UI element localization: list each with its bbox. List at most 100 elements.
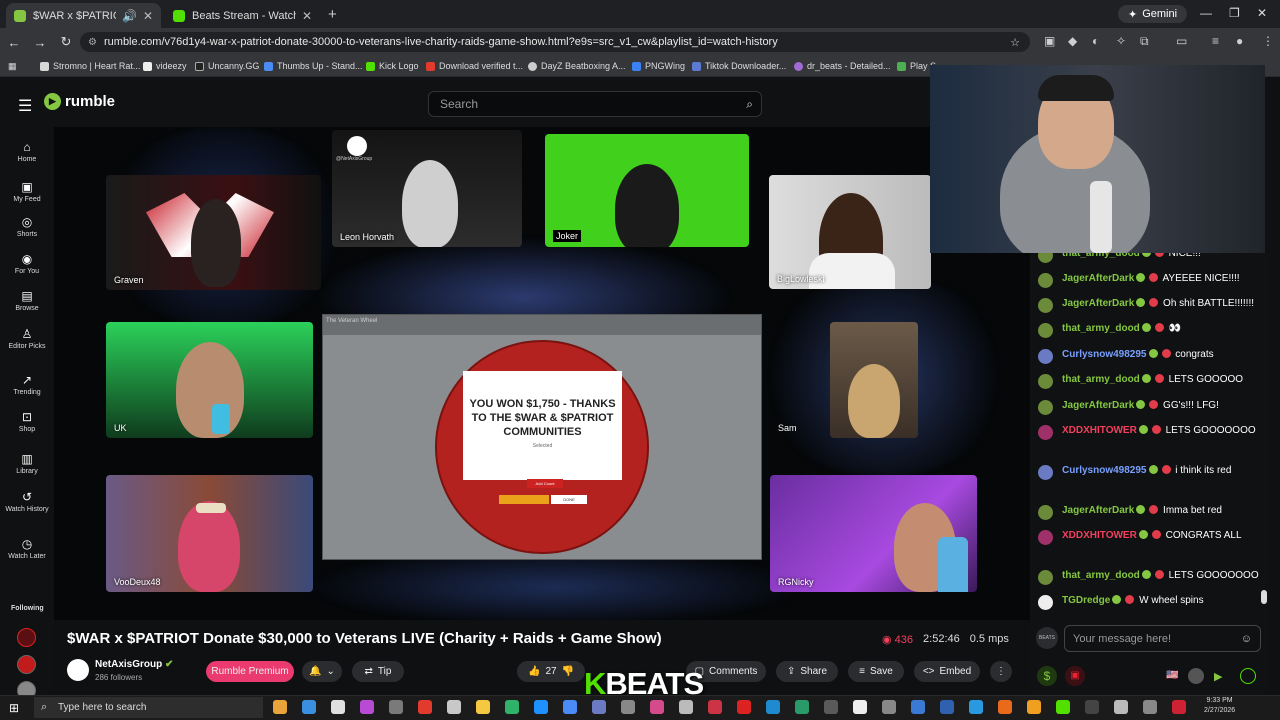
extensions-puzzle-icon[interactable]: ⧉	[1140, 34, 1149, 49]
menu-list-icon[interactable]: ≡	[1212, 34, 1219, 48]
taskbar-app-icon[interactable]	[273, 700, 287, 714]
taskbar-app-icon[interactable]	[998, 700, 1012, 714]
taskbar-app-icon[interactable]	[389, 700, 403, 714]
taskbar-app-icon[interactable]	[505, 700, 519, 714]
hamburger-menu-icon[interactable]: ☰	[18, 96, 36, 116]
taskbar-app-icon[interactable]	[940, 700, 954, 714]
chat-user-avatar[interactable]	[1038, 425, 1053, 440]
taskbar-search[interactable]: ⌕ Type here to search	[34, 697, 263, 718]
tip-button[interactable]: ⇄ Tip	[352, 661, 404, 682]
rumble-tray-icon[interactable]: ▶	[1214, 670, 1222, 683]
taskbar-app-icon[interactable]	[1027, 700, 1041, 714]
extension-icon[interactable]: ◐	[1092, 34, 1099, 48]
followed-channel-avatar[interactable]	[17, 655, 36, 674]
taskbar-app-icon[interactable]	[882, 700, 896, 714]
video-player[interactable]: Graven @NetAxisGroup Leon Horvath Joker …	[54, 127, 1030, 620]
channel-name[interactable]: NetAxisGroup ✔	[95, 659, 173, 670]
chat-user-avatar[interactable]	[1038, 570, 1053, 585]
site-info-icon[interactable]: ⚙	[88, 37, 97, 48]
taskbar-app-icon[interactable]	[563, 700, 577, 714]
followed-channel-avatar[interactable]	[17, 628, 36, 647]
taskbar-app-icon[interactable]	[1172, 700, 1186, 714]
chat-username[interactable]: that_army_dood	[1062, 570, 1140, 581]
chat-username[interactable]: XDDXHITOWER	[1062, 425, 1137, 436]
tip-dollar-icon[interactable]: $	[1037, 666, 1057, 686]
chat-username[interactable]: JagerAfterDark	[1062, 273, 1134, 284]
sidebar-item-trending[interactable]: ↗ Trending	[0, 373, 54, 396]
more-options-button[interactable]: ⋮	[990, 661, 1012, 682]
sidebar-item-home[interactable]: ⌂ Home	[0, 140, 54, 163]
taskbar-app-icon[interactable]	[418, 700, 432, 714]
taskbar-app-icon[interactable]	[331, 700, 345, 714]
bookmark-item[interactable]: DayZ Beatboxing A...	[528, 61, 626, 71]
chat-user-avatar[interactable]	[1038, 530, 1053, 545]
share-button[interactable]: ⇪ Share	[776, 661, 838, 682]
chat-scrollbar[interactable]	[1261, 590, 1267, 604]
chat-user-avatar[interactable]	[1038, 400, 1053, 415]
system-clock[interactable]: 9:33 PM 2/27/2026	[1204, 696, 1235, 716]
taskbar-app-icon[interactable]	[853, 700, 867, 714]
chat-username[interactable]: TGDredge	[1062, 595, 1110, 606]
sidebar-item-editor-picks[interactable]: ♙ Editor Picks	[0, 327, 54, 350]
chat-user-avatar[interactable]	[1038, 374, 1053, 389]
sidebar-item-shorts[interactable]: ◎ Shorts	[0, 215, 54, 238]
taskbar-app-icon[interactable]	[737, 700, 751, 714]
chat-user-avatar[interactable]	[1038, 298, 1053, 313]
search-input[interactable]: Search ⌕	[428, 91, 762, 117]
search-icon[interactable]: ⌕	[746, 97, 753, 112]
rumble-logo[interactable]: ▶ rumble	[44, 93, 115, 110]
tab-kick[interactable]: Beats Stream - Watch Live on K ✕	[165, 3, 320, 28]
chat-message-input[interactable]: Your message here! ☺	[1064, 625, 1261, 652]
more-menu-icon[interactable]: ⋮	[1262, 34, 1274, 48]
bookmark-item[interactable]: videezy	[143, 61, 187, 71]
bookmark-star-icon[interactable]: ☆	[1010, 36, 1020, 49]
extension-icon[interactable]: ◆	[1068, 34, 1077, 48]
taskbar-app-icon[interactable]	[650, 700, 664, 714]
chat-username[interactable]: JagerAfterDark	[1062, 298, 1134, 309]
chat-username[interactable]: that_army_dood	[1062, 253, 1140, 259]
chat-user-avatar[interactable]	[1038, 273, 1053, 288]
taskbar-app-icon[interactable]	[1056, 700, 1070, 714]
bookmark-item[interactable]: Tiktok Downloader...	[692, 61, 786, 71]
apps-icon[interactable]: ▦	[8, 61, 17, 72]
taskbar-app-icon[interactable]	[1085, 700, 1099, 714]
sidebar-item-my-feed[interactable]: ▣ My Feed	[0, 180, 54, 203]
taskbar-app-icon[interactable]	[1143, 700, 1157, 714]
profile-avatar-icon[interactable]: ●	[1236, 34, 1243, 48]
tab-rumble[interactable]: $WAR x $PATRIOT Donate $ 🔊 ✕	[6, 3, 161, 28]
forward-icon[interactable]: →	[28, 35, 52, 50]
close-window-icon[interactable]: ✕	[1257, 6, 1267, 20]
notifications-button[interactable]: 🔔 ⌄	[302, 661, 342, 682]
taskbar-app-icon[interactable]	[360, 700, 374, 714]
chat-username[interactable]: JagerAfterDark	[1062, 400, 1134, 411]
chat-user-avatar[interactable]	[1038, 253, 1053, 263]
bookmark-item[interactable]: Uncanny.GG	[195, 61, 259, 71]
back-icon[interactable]: ←	[2, 35, 26, 50]
emoji-icon[interactable]: ☺	[1241, 633, 1252, 645]
tray-app-icon[interactable]	[1188, 668, 1204, 684]
windows-start-icon[interactable]: ⊞	[9, 701, 19, 715]
rumble-premium-button[interactable]: Rumble Premium	[206, 661, 294, 682]
taskbar-app-icon[interactable]	[795, 700, 809, 714]
reload-icon[interactable]: ↻	[54, 34, 78, 50]
gemini-button[interactable]: ✦ Gemini	[1118, 5, 1188, 23]
sidebar-item-browse[interactable]: ▤ Browse	[0, 289, 54, 312]
new-tab-button[interactable]: +	[328, 6, 337, 23]
chat-username[interactable]: JagerAfterDark	[1062, 505, 1134, 516]
restore-icon[interactable]: ❐	[1229, 6, 1240, 20]
taskbar-app-icon[interactable]	[766, 700, 780, 714]
kick-tray-icon[interactable]	[1240, 668, 1256, 684]
tab-close-icon[interactable]: ✕	[302, 9, 312, 23]
taskbar-app-icon[interactable]	[592, 700, 606, 714]
extension-icon[interactable]: ✧	[1116, 34, 1126, 48]
chat-user-avatar[interactable]	[1038, 465, 1053, 480]
bookmark-item[interactable]: Kick Logo	[366, 61, 419, 71]
sidebar-item-library[interactable]: ▥ Library	[0, 452, 54, 475]
chat-user-avatar[interactable]	[1038, 595, 1053, 610]
extension-icon[interactable]: ▣	[1044, 34, 1055, 48]
bookmark-item[interactable]: PNGWing	[632, 61, 685, 71]
taskbar-app-icon[interactable]	[534, 700, 548, 714]
save-button[interactable]: ≡ Save	[848, 661, 904, 682]
chat-username[interactable]: that_army_dood	[1062, 323, 1140, 334]
minimize-icon[interactable]: —	[1200, 6, 1212, 20]
